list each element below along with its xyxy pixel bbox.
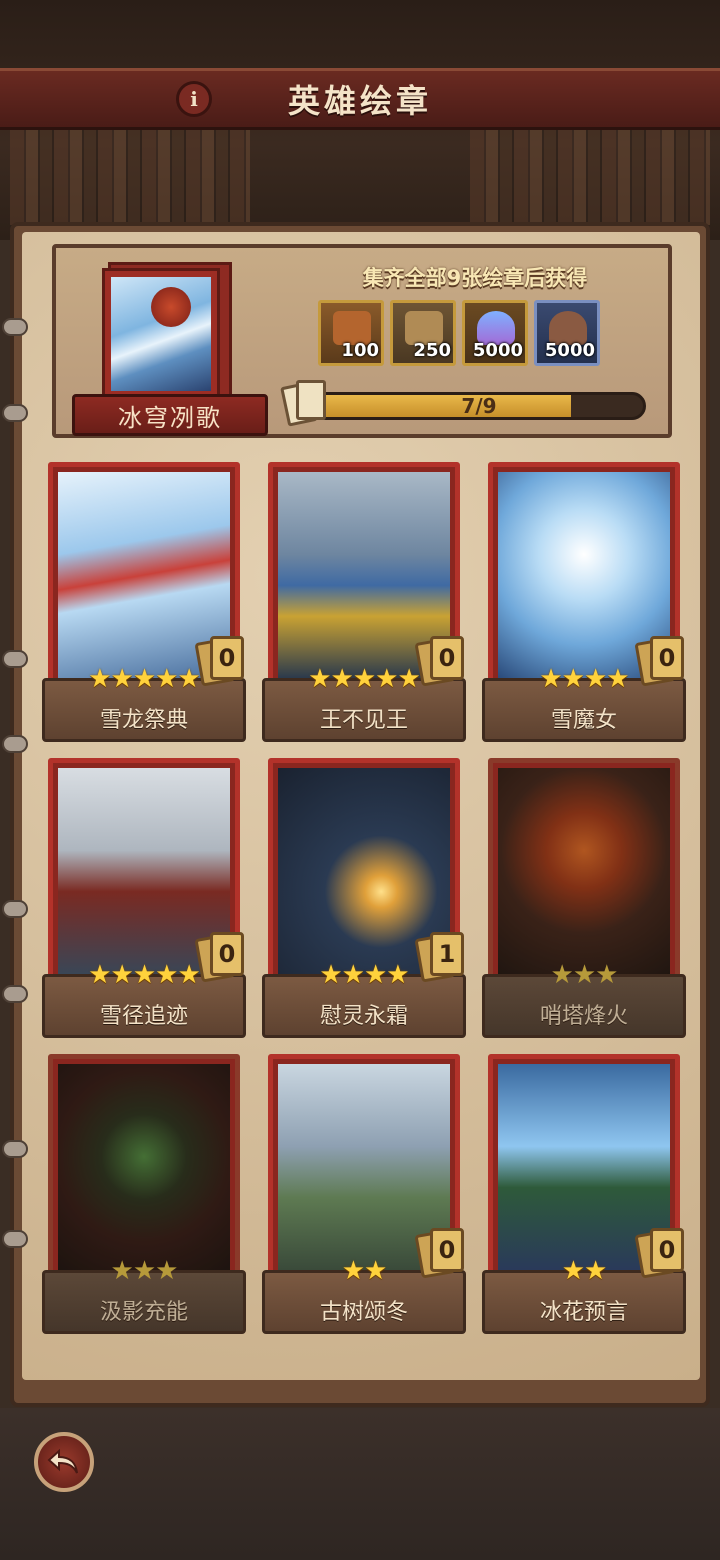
star-rating: ★★★: [110, 1256, 179, 1286]
card-count: 0: [430, 1228, 464, 1272]
reward-slot-3[interactable]: 5000: [462, 300, 528, 366]
card-name: 汲影充能: [99, 1300, 188, 1325]
reward-slot-1[interactable]: 100: [318, 300, 384, 366]
card-frame: [488, 758, 680, 984]
binder-ring: [2, 1140, 28, 1158]
card-name: 王不见王: [319, 708, 408, 733]
hero-card[interactable]: ★★ 冰花预言 0: [482, 1054, 686, 1336]
card-count: 0: [650, 1228, 684, 1272]
card-stack-icon: [280, 378, 328, 427]
star-rating: ★★★: [550, 960, 619, 990]
reward-qty: 5000: [544, 340, 595, 361]
binder-ring: [2, 735, 28, 753]
card-name: 雪魔女: [550, 708, 617, 733]
hero-card[interactable]: ★★★★ 雪魔女 0: [482, 462, 686, 744]
binder-ring: [2, 1230, 28, 1248]
card-frame: [48, 1054, 240, 1280]
card-count: 0: [650, 636, 684, 680]
progress-text: 7/9: [461, 394, 497, 418]
info-icon[interactable]: i: [176, 81, 212, 117]
card-count-badge: 0: [634, 636, 686, 687]
reward-qty: 250: [413, 340, 451, 361]
binder-ring: [2, 985, 28, 1003]
card-count-badge: 0: [194, 932, 246, 983]
card-count: 0: [210, 636, 244, 680]
reward-qty: 100: [341, 340, 379, 361]
page-title: 英雄绘章: [287, 82, 432, 120]
hero-card[interactable]: ★★★ 汲影充能: [42, 1054, 246, 1336]
card-name: 慰灵永霜: [319, 1004, 408, 1029]
reward-slot-2[interactable]: 250: [390, 300, 456, 366]
set-completion-caption: 集齐全部9张绘章后获得: [362, 266, 588, 290]
binder-ring: [2, 404, 28, 422]
reward-slot-4[interactable]: 5000: [534, 300, 600, 366]
card-count-badge: 1: [414, 932, 466, 983]
card-count-badge: 0: [194, 636, 246, 687]
card-artwork: [58, 1064, 230, 1270]
hero-card[interactable]: ★★★★★ 王不见王 0: [262, 462, 466, 744]
reward-qty: 5000: [472, 340, 523, 361]
set-artwork: [111, 277, 211, 391]
title-bar: 英雄绘章: [0, 68, 720, 130]
set-name-banner: 冰穹冽歌: [72, 394, 268, 436]
hero-card[interactable]: ★★★ 哨塔烽火: [482, 758, 686, 1040]
card-name: 冰花预言: [539, 1300, 628, 1325]
set-card-art[interactable]: [102, 268, 220, 400]
card-artwork: [498, 768, 670, 974]
card-name: 古树颂冬: [319, 1300, 408, 1325]
collection-progress-bar: 7/9: [312, 392, 646, 420]
back-button[interactable]: [34, 1432, 94, 1492]
card-count-badge: 0: [414, 636, 466, 687]
card-count: 1: [430, 932, 464, 976]
card-name: 哨塔烽火: [539, 1004, 628, 1029]
bottom-bar: [0, 1408, 720, 1560]
binder-ring: [2, 900, 28, 918]
card-name: 雪径追迹: [99, 1004, 188, 1029]
card-count-badge: 0: [634, 1228, 686, 1279]
binder-ring: [2, 650, 28, 668]
hero-card[interactable]: ★★★★★ 雪径追迹 0: [42, 758, 246, 1040]
hero-card[interactable]: ★★★★★ 雪龙祭典 0: [42, 462, 246, 744]
back-arrow-icon: [47, 1448, 78, 1474]
binder-ring: [2, 318, 28, 336]
card-count: 0: [210, 932, 244, 976]
hero-card[interactable]: ★★★★ 慰灵永霜 1: [262, 758, 466, 1040]
hero-card[interactable]: ★★ 古树颂冬 0: [262, 1054, 466, 1336]
card-name: 雪龙祭典: [99, 708, 188, 733]
card-count: 0: [430, 636, 464, 680]
card-count-badge: 0: [414, 1228, 466, 1279]
